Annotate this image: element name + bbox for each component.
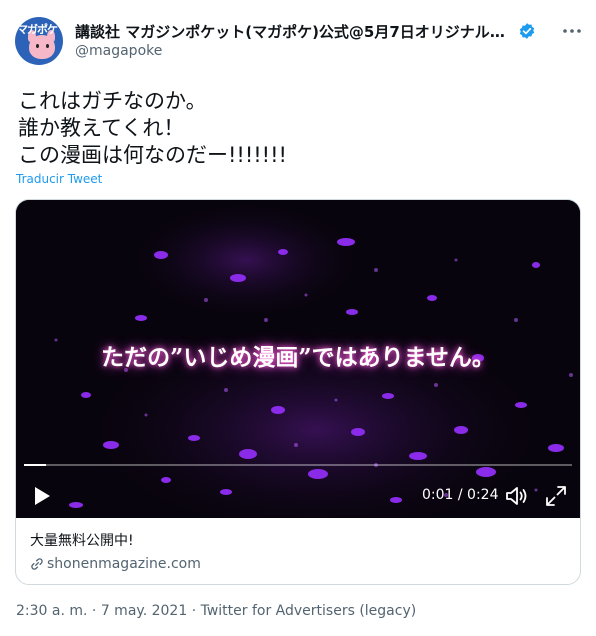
author-display-name[interactable]: 講談社 マガジンポケット(マガポケ)公式@5月7日オリジナル単…	[75, 21, 513, 42]
verified-badge-icon	[519, 23, 535, 39]
author-name-row[interactable]: 講談社 マガジンポケット(マガポケ)公式@5月7日オリジナル単…	[75, 20, 555, 42]
media-card: ただの”いじめ漫画”ではありません。 0:01 / 0:24 大量無料公開中! …	[15, 199, 581, 585]
avatar-logo-text: マガポケ	[17, 23, 58, 36]
avatar-face	[29, 35, 55, 59]
link-card-info[interactable]: 大量無料公開中! shonenmagazine.com	[16, 518, 580, 584]
meta-separator: ·	[91, 603, 101, 619]
video-player[interactable]: ただの”いじめ漫画”ではありません。 0:01 / 0:24	[16, 200, 580, 518]
avatar[interactable]: マガポケ	[15, 17, 63, 65]
tweet-meta: 2:30 a. m. · 7 may. 2021 · Twitter for A…	[16, 603, 416, 619]
tweet-header: マガポケ 講談社 マガジンポケット(マガポケ)公式@5月7日オリジナル単… @m…	[0, 0, 596, 70]
author-handle[interactable]: @magapoke	[75, 43, 162, 59]
more-options-icon[interactable]	[560, 22, 584, 40]
link-card-domain-row: shonenmagazine.com	[30, 556, 566, 572]
video-progress-fill	[24, 464, 46, 466]
tweet-text: これはガチなのか。 誰か教えてくれ！ この漫画は何なのだー!!!!!!!	[18, 89, 287, 167]
link-card-title: 大量無料公開中!	[30, 533, 134, 549]
link-icon	[31, 558, 43, 570]
tweet-source[interactable]: Twitter for Advertisers (legacy)	[201, 603, 417, 619]
avatar-eye-left	[36, 44, 39, 48]
play-icon[interactable]	[32, 485, 52, 507]
video-progress-bar[interactable]	[24, 464, 572, 466]
avatar-eye-right	[46, 44, 49, 48]
volume-icon[interactable]	[504, 485, 530, 507]
fullscreen-icon[interactable]	[544, 484, 568, 508]
tweet-time[interactable]: 2:30 a. m.	[16, 603, 87, 619]
video-caption-text: ただの”いじめ漫画”ではありません。	[101, 344, 495, 371]
video-time-display: 0:01 / 0:24	[422, 487, 499, 503]
meta-separator-2: ·	[191, 603, 201, 619]
translate-tweet-link[interactable]: Traducir Tweet	[16, 172, 102, 186]
tweet-date[interactable]: 7 may. 2021	[101, 603, 187, 619]
link-card-domain: shonenmagazine.com	[47, 556, 201, 572]
